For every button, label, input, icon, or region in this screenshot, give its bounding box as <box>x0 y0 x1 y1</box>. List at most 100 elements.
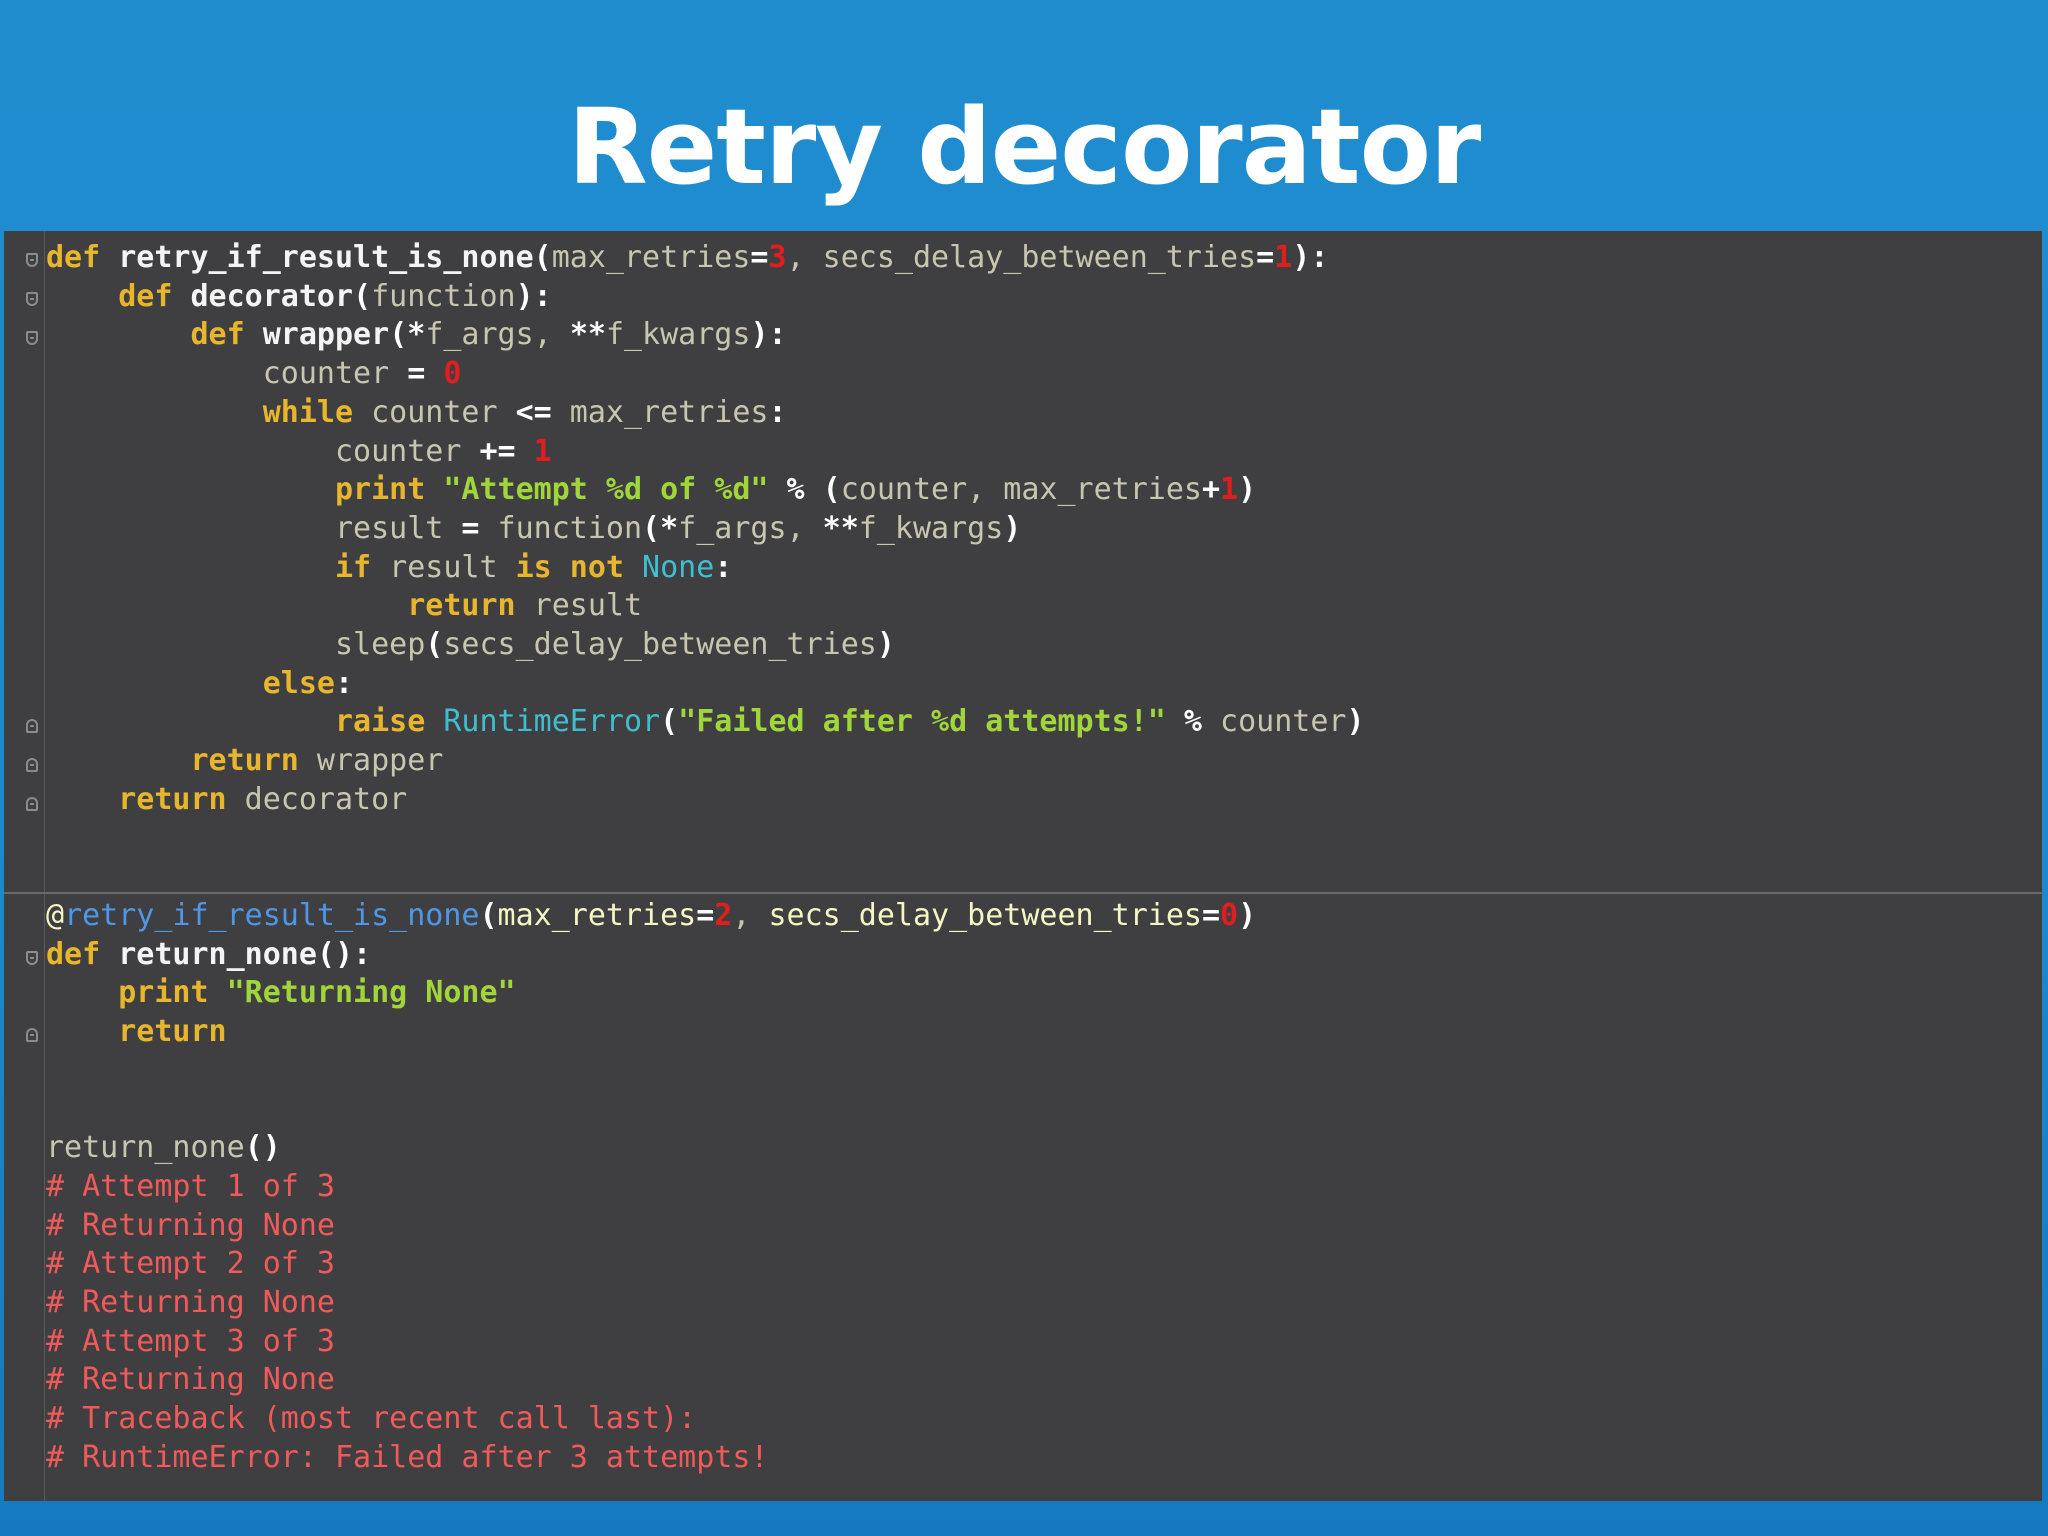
code-line: def return_none(): <box>46 936 371 975</box>
code-token: "Returning None" <box>226 975 516 1011</box>
fold-open-icon[interactable] <box>26 331 38 345</box>
fold-close-icon[interactable] <box>26 797 38 811</box>
code-token: ) <box>1346 704 1365 740</box>
code-line: else: <box>46 665 353 704</box>
code-token: = <box>407 356 426 392</box>
code-line: if result is not None: <box>46 549 732 588</box>
code-token: result <box>515 588 643 624</box>
code-line: @retry_if_result_is_none(max_retries=2, … <box>46 897 1256 936</box>
slide-title: Retry decorator <box>567 86 1482 208</box>
code-token: else <box>262 665 335 701</box>
code-token: ** <box>822 510 859 546</box>
code-token: <= <box>515 394 552 430</box>
code-token: 0 <box>1220 897 1239 933</box>
code-line: def retry_if_result_is_none(max_retries=… <box>46 239 1328 278</box>
code-token: secs_delay_between_tries <box>443 627 877 662</box>
fold-close-icon[interactable] <box>26 1028 38 1042</box>
gutter-divider <box>44 231 45 1501</box>
code-token: # Returning None <box>46 1207 335 1243</box>
code-line: while counter <= max_retries: <box>46 394 787 433</box>
code-token: "Failed after %d attempts!" <box>678 704 1166 740</box>
code-line: def wrapper(*f_args, **f_kwargs): <box>46 316 787 355</box>
code-line: return result <box>46 587 642 626</box>
code-token: max_retries <box>497 897 697 933</box>
code-token: wrapper <box>298 743 444 779</box>
code-line: sleep(secs_delay_between_tries) <box>46 626 895 665</box>
fold-open-icon[interactable] <box>26 951 38 965</box>
code-token: + <box>1201 472 1221 508</box>
code-token: result <box>334 510 444 546</box>
code-token: , <box>533 317 570 353</box>
code-token: = <box>1256 240 1275 275</box>
code-token: # Attempt 1 of 3 <box>46 1168 335 1204</box>
code-token: (): <box>316 936 372 972</box>
code-token: * <box>407 317 426 353</box>
fold-open-icon[interactable] <box>26 253 38 267</box>
code-token: ( <box>533 240 552 275</box>
code-token: secs_delay_between_tries <box>822 240 1257 275</box>
code-token: "Attempt %d of %d" <box>443 472 769 508</box>
code-line: print "Returning None" <box>46 974 516 1013</box>
code-token: # Returning None <box>46 1362 335 1398</box>
code-token: decorator <box>190 278 354 314</box>
fold-close-icon[interactable] <box>26 719 38 733</box>
code-token: 1 <box>533 433 552 469</box>
code-line: return_none() <box>46 1129 281 1168</box>
code-line: return decorator <box>46 781 407 820</box>
code-token: function <box>371 278 516 314</box>
fold-close-icon[interactable] <box>26 758 38 772</box>
code-token: ) <box>1238 897 1257 933</box>
code-line: # Attempt 2 of 3 <box>46 1245 335 1284</box>
code-token: # Attempt 2 of 3 <box>46 1246 335 1282</box>
code-token: = <box>461 510 480 546</box>
code-token: print <box>118 975 209 1011</box>
code-token: def <box>46 240 101 275</box>
code-token: ( <box>389 317 408 353</box>
code-token: = <box>1201 897 1221 933</box>
code-token: # Attempt 3 of 3 <box>46 1323 335 1359</box>
code-token: ): <box>1292 240 1329 275</box>
code-token: : <box>335 665 354 701</box>
code-token: 2 <box>714 897 733 933</box>
code-token: 0 <box>443 356 462 392</box>
code-token: : <box>768 394 787 430</box>
code-token: % <box>1183 704 1202 740</box>
fold-open-icon[interactable] <box>26 292 38 306</box>
code-token: # Returning None <box>46 1284 335 1320</box>
code-line: counter = 0 <box>46 355 462 394</box>
code-token: ( <box>642 510 661 546</box>
code-token: f_args, <box>678 510 823 546</box>
code-token: counter, max_retries <box>840 472 1202 508</box>
code-token: % <box>786 472 805 508</box>
code-token: def <box>190 317 245 353</box>
code-token: counter <box>334 433 462 469</box>
code-token: sleep <box>334 627 426 662</box>
code-line: def decorator(function): <box>46 278 552 317</box>
code-token: ( <box>425 627 444 662</box>
code-token: is <box>515 549 552 585</box>
code-token: return <box>118 781 227 817</box>
code-editor[interactable]: def retry_if_result_is_none(max_retries=… <box>4 231 2042 1501</box>
code-token: max_retries <box>551 394 769 430</box>
